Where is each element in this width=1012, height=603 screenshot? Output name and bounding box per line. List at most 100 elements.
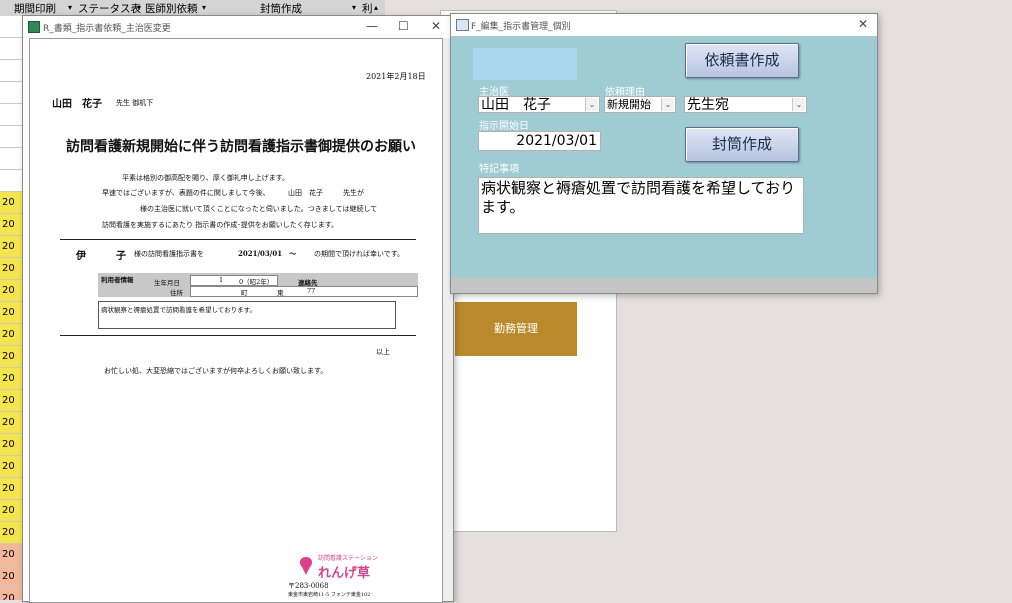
- record-row-cell[interactable]: 20: [0, 544, 22, 566]
- body-line-4: 訪問看護を実施するにあたり 指示書の作成･提供をお願いしたく存じます。: [102, 221, 339, 229]
- start-date-label: 指示開始日: [479, 121, 529, 132]
- work-management-button[interactable]: 勤務管理: [455, 302, 577, 356]
- birth-value-a: 1: [219, 276, 224, 284]
- addressee-combo[interactable]: 先生宛 ⌄: [684, 96, 807, 113]
- close-icon[interactable]: ✕: [431, 19, 441, 33]
- maximize-icon[interactable]: ☐: [398, 19, 409, 33]
- report-window-title: R_書類_指示書依頼_主治医変更: [43, 24, 171, 34]
- record-row-cell[interactable]: 20: [0, 236, 22, 258]
- doctor-name: 山田 花子: [52, 99, 102, 110]
- report-heading: 訪問看護新規開始に伴う訪問看護指示書御提供のお願い: [66, 139, 416, 155]
- divider-bottom: [60, 335, 416, 336]
- report-window: R_書類_指示書依頼_主治医変更 — ☐ ✕ 2021年2月18日 山田 花子 …: [22, 15, 454, 603]
- envelope-column[interactable]: 封筒作成: [260, 1, 302, 16]
- record-row-cell[interactable]: 20: [0, 214, 22, 236]
- logo-name: れんげ草: [318, 566, 371, 581]
- record-row-cell[interactable]: 20: [0, 346, 22, 368]
- dropdown-arrow-icon[interactable]: ▾: [352, 3, 356, 12]
- record-row-cell[interactable]: 20: [0, 456, 22, 478]
- image-placeholder: [473, 48, 577, 80]
- record-row-cell[interactable]: 20: [0, 390, 22, 412]
- record-row-cell[interactable]: [0, 170, 22, 192]
- record-row-cell[interactable]: 20: [0, 566, 22, 588]
- user-info-label: 利用者情報: [101, 276, 134, 284]
- address-value-box: 町 東 77: [190, 286, 418, 297]
- record-row-cell[interactable]: 20: [0, 280, 22, 302]
- report-title-bar: R_書類_指示書依頼_主治医変更 — ☐ ✕: [23, 16, 453, 38]
- address-label: 住所: [170, 289, 183, 297]
- record-row-cell[interactable]: 20: [0, 412, 22, 434]
- patient-initial-last: 子: [116, 251, 126, 262]
- record-row-cell[interactable]: 20: [0, 258, 22, 280]
- minimize-icon[interactable]: —: [366, 19, 378, 33]
- record-row-cell[interactable]: 20: [0, 302, 22, 324]
- start-date-field[interactable]: 2021/03/01: [478, 131, 601, 151]
- record-row-cell[interactable]: 20: [0, 500, 22, 522]
- address-area: 東: [277, 289, 284, 297]
- close-icon[interactable]: ✕: [858, 17, 868, 31]
- birth-value-box: 1 0（昭2年）: [190, 275, 278, 286]
- dropdown-arrow-icon[interactable]: ⌄: [661, 98, 674, 111]
- dropdown-arrow-icon[interactable]: ▾: [68, 3, 72, 12]
- record-row-cell[interactable]: [0, 16, 22, 38]
- body-line-1: 平素は格別の御高配を賜り、厚く御礼申し上げます。: [122, 174, 290, 182]
- request-text: 様の訪問看護指示書を: [134, 250, 204, 258]
- record-row-cell[interactable]: [0, 82, 22, 104]
- create-envelope-button[interactable]: 封筒作成: [685, 127, 799, 162]
- record-row-cell[interactable]: [0, 38, 22, 60]
- report-app-icon: [28, 21, 40, 33]
- period-print-column[interactable]: 期間印刷: [14, 1, 56, 16]
- postal-code: 〒283-0068: [288, 582, 329, 590]
- record-row-cell[interactable]: 20: [0, 192, 22, 214]
- report-page: 2021年2月18日 山田 花子 先生 御机下 訪問看護新規開始に伴う訪問看護指…: [29, 38, 443, 603]
- record-row-cell[interactable]: [0, 60, 22, 82]
- reason-combo[interactable]: 新規開始 ⌄: [604, 96, 676, 113]
- record-row-cell[interactable]: 20: [0, 434, 22, 456]
- station-address: 東金市東岩崎11-5 フォンテ東金102: [288, 592, 371, 598]
- doctor-value: 山田 花子: [481, 97, 551, 113]
- logo-subtitle: 訪問看護ステーション: [318, 555, 378, 562]
- closing-text: 以上: [376, 348, 390, 356]
- background-record-strip: 20 20 20 20 20 20 20 20 20 20 20 20 20 20 20 20 20 20 20: [0, 16, 23, 600]
- start-date-value: 2021/03/01: [516, 133, 597, 149]
- record-row-cell[interactable]: 20: [0, 588, 22, 600]
- doctor-request-column[interactable]: 医師別依頼: [145, 1, 198, 16]
- notes-label: 特記事項: [479, 164, 519, 175]
- dropdown-arrow-icon[interactable]: ▾: [137, 3, 141, 12]
- body-line-2-doctor: 山田 花子: [288, 189, 323, 197]
- request-tail: の期間で頂ければ幸いです。: [314, 250, 405, 258]
- doctor-honorific: 先生 御机下: [116, 99, 154, 107]
- report-date: 2021年2月18日: [366, 72, 426, 81]
- edit-form-window: F_編集_指示書管理_個別 ✕ 依頼書作成 主治医 山田 花子 ⌄ 依頼理由 新…: [450, 13, 878, 294]
- form-app-icon: [456, 19, 469, 31]
- address-town: 町: [241, 289, 248, 297]
- status-table-column[interactable]: ステータス表: [78, 1, 141, 16]
- edit-window-title: F_編集_指示書管理_個別: [471, 22, 571, 32]
- notes-value: 病状観察と褥瘡処置で訪問看護を希望しております。: [481, 179, 796, 216]
- more-column[interactable]: 利: [362, 1, 373, 16]
- lotus-logo-icon: [298, 555, 314, 577]
- birth-label: 生年月日: [154, 279, 180, 287]
- record-row-cell[interactable]: 20: [0, 324, 22, 346]
- user-info-table: 利用者情報 生年月日 1 0（昭2年） 連絡先 住所 町 東 77: [98, 273, 418, 297]
- record-row-cell[interactable]: [0, 126, 22, 148]
- reason-value: 新規開始: [607, 98, 651, 111]
- scroll-up-icon[interactable]: ▴: [374, 3, 378, 12]
- record-row-cell[interactable]: [0, 104, 22, 126]
- record-row-cell[interactable]: 20: [0, 478, 22, 500]
- patient-initial-first: 伊: [76, 251, 86, 262]
- dropdown-arrow-icon[interactable]: ⌄: [585, 98, 598, 111]
- create-request-button[interactable]: 依頼書作成: [685, 43, 799, 78]
- request-start-date: 2021/03/01 ～: [238, 249, 297, 258]
- remarks-box: 病状観察と褥瘡処置で訪問看護を希望しております。: [98, 301, 396, 329]
- doctor-combo[interactable]: 山田 花子 ⌄: [478, 96, 600, 113]
- dropdown-arrow-icon[interactable]: ⌄: [792, 98, 805, 111]
- remarks-text: 病状観察と褥瘡処置で訪問看護を希望しております。: [101, 306, 256, 314]
- body-line-3: 様の主治医に就いて頂くことになったと伺いました。つきましては継続して: [140, 205, 378, 213]
- notes-textarea[interactable]: 病状観察と褥瘡処置で訪問看護を希望しております。: [478, 177, 804, 234]
- record-row-cell[interactable]: 20: [0, 368, 22, 390]
- record-row-cell[interactable]: [0, 148, 22, 170]
- divider-top: [60, 239, 416, 240]
- record-row-cell[interactable]: 20: [0, 522, 22, 544]
- dropdown-arrow-icon[interactable]: ▾: [202, 3, 206, 12]
